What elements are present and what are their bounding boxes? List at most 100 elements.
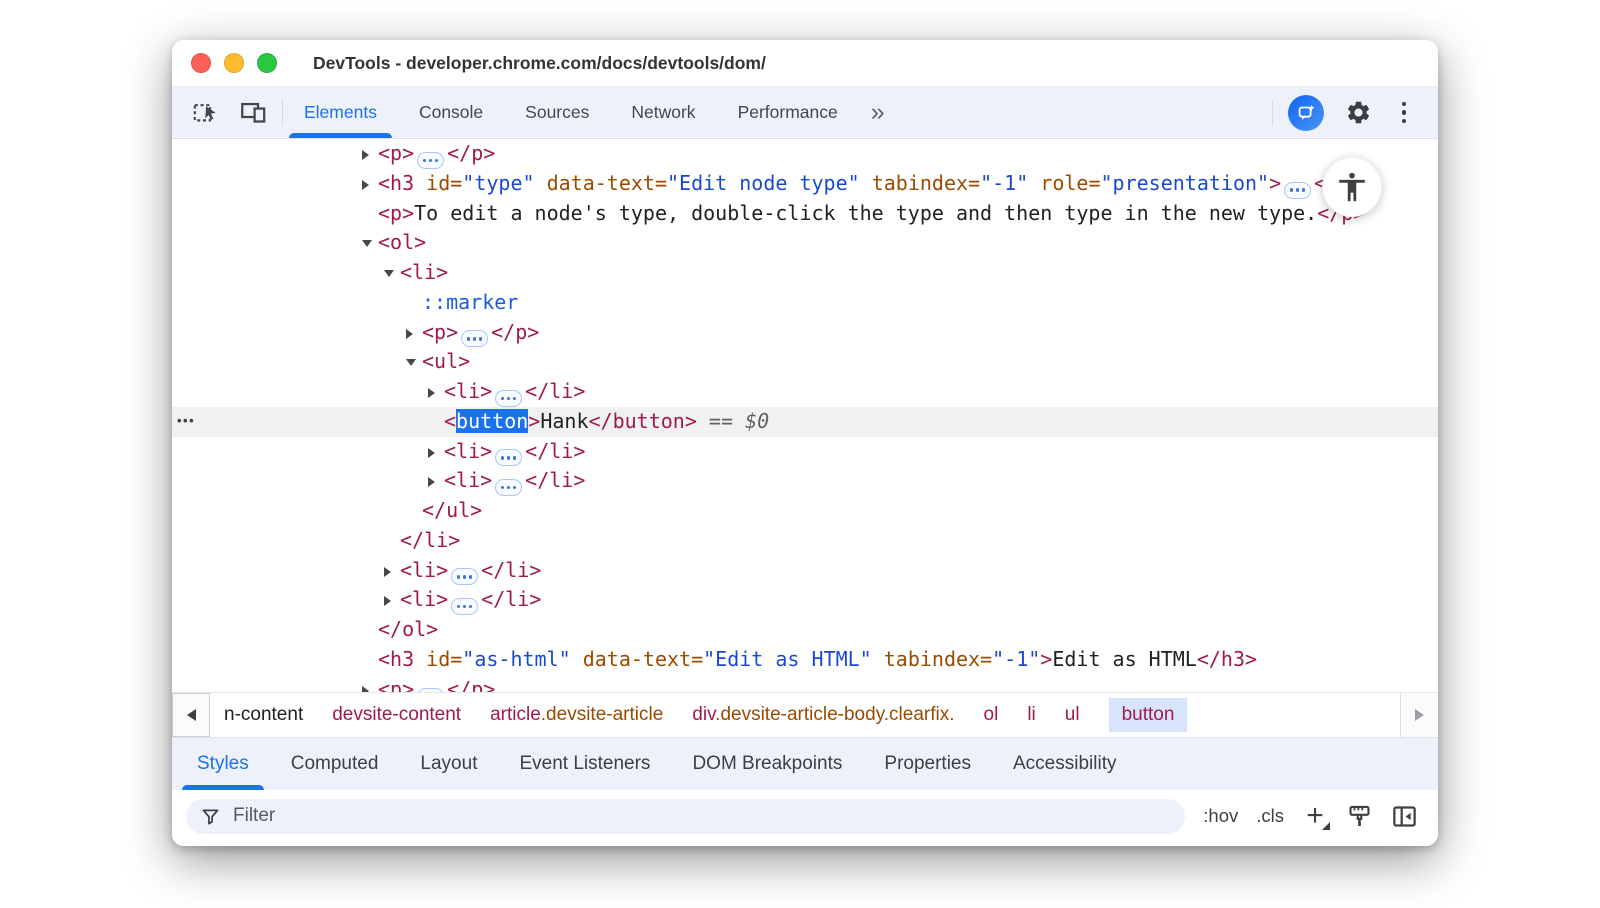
breadcrumb-item-article-devsite-article[interactable]: article.devsite-article <box>490 704 663 726</box>
expand-arrow-icon[interactable] <box>428 466 444 496</box>
element-classes-button[interactable]: .cls <box>1256 805 1284 827</box>
inspect-icon[interactable] <box>186 94 224 132</box>
dom-tree-row[interactable]: ::marker <box>172 288 1438 318</box>
breadcrumb-item-button[interactable]: button <box>1109 698 1188 732</box>
breadcrumb-item-div-devsite-article-body-clearfix[interactable]: div.devsite-article-body.clearfix. <box>692 704 954 726</box>
code-token-tag: <ol> <box>378 230 426 254</box>
panel-tab-dom-breakpoints[interactable]: DOM Breakpoints <box>671 738 863 790</box>
code-token-val: "Edit as HTML" <box>703 647 872 671</box>
filter-input[interactable] <box>231 804 1171 828</box>
dom-tree-row[interactable]: <li></li> <box>172 437 1438 467</box>
code-token-selword: button <box>456 409 528 433</box>
code-token-txt: Edit as HTML <box>1052 647 1197 671</box>
breadcrumb-item-ol[interactable]: ol <box>984 704 999 726</box>
code-token-tag: <li> <box>400 260 448 284</box>
expand-arrow-icon[interactable] <box>384 585 400 615</box>
dom-tree-row[interactable]: <p>To edit a node's type, double-click t… <box>172 199 1438 229</box>
dom-tree-row-selected[interactable]: •••<button>Hank</button> == $0 <box>172 407 1438 437</box>
code-token-tag: </li> <box>481 558 541 582</box>
collapsed-content-icon[interactable] <box>461 330 488 347</box>
panel-tab-computed[interactable]: Computed <box>270 738 400 790</box>
breadcrumb-item-ul[interactable]: ul <box>1065 704 1080 726</box>
breadcrumb-scroll-right-button[interactable] <box>1400 693 1438 737</box>
new-style-rule-icon[interactable]: + <box>1302 802 1328 830</box>
code-token-txt: Hank <box>540 409 588 433</box>
tab-network[interactable]: Network <box>610 87 716 138</box>
expand-arrow-icon[interactable] <box>362 169 378 199</box>
code-token-tag: <p> <box>378 201 414 225</box>
dom-tree-row[interactable]: </li> <box>172 526 1438 556</box>
dom-tree-row[interactable]: <li></li> <box>172 556 1438 586</box>
panel-tab-event-listeners[interactable]: Event Listeners <box>498 738 671 790</box>
collapsed-content-icon[interactable] <box>451 568 478 585</box>
code-token-tag: </li> <box>525 439 585 463</box>
breadcrumb-item-li[interactable]: li <box>1027 704 1035 726</box>
code-token-tag: </p> <box>447 141 495 165</box>
dom-tree-row[interactable]: <p></p> <box>172 139 1438 169</box>
tab-sources[interactable]: Sources <box>504 87 610 138</box>
code-token-val: "-1" <box>980 171 1028 195</box>
dom-tree: <p></p><h3 id="type" data-text="Edit nod… <box>172 139 1438 692</box>
dom-tree-row[interactable]: <li></li> <box>172 377 1438 407</box>
dom-tree-row[interactable]: <h3 id="type" data-text="Edit node type"… <box>172 169 1438 199</box>
new-rule-dropdown-corner <box>1322 822 1330 830</box>
expand-arrow-icon[interactable] <box>384 556 400 586</box>
code-token-attr: tabindex= <box>872 647 992 671</box>
more-options-icon[interactable] <box>1392 102 1416 124</box>
collapsed-content-icon[interactable] <box>451 598 478 615</box>
expand-arrow-icon[interactable] <box>362 675 378 692</box>
dom-tree-row[interactable]: <li></li> <box>172 585 1438 615</box>
collapsed-content-icon[interactable] <box>495 390 522 407</box>
collapsed-content-icon[interactable] <box>495 449 522 466</box>
tab-performance[interactable]: Performance <box>717 87 859 138</box>
dom-tree-row[interactable]: <p></p> <box>172 318 1438 348</box>
dom-tree-row[interactable]: <li></li> <box>172 466 1438 496</box>
collapse-arrow-icon[interactable] <box>384 258 400 288</box>
panel-tab-accessibility[interactable]: Accessibility <box>992 738 1137 790</box>
code-token-pseudo: ::marker <box>422 290 518 314</box>
expand-arrow-icon[interactable] <box>362 139 378 169</box>
dom-tree-row[interactable]: <h3 id="as-html" data-text="Edit as HTML… <box>172 645 1438 675</box>
expand-arrow-icon[interactable] <box>406 318 422 348</box>
expand-arrow-icon[interactable] <box>428 377 444 407</box>
breadcrumb-item-n-content[interactable]: n-content <box>224 704 303 726</box>
collapsed-content-icon[interactable] <box>417 152 444 169</box>
code-token-tag: </h3> <box>1197 647 1257 671</box>
panel-tab-layout[interactable]: Layout <box>399 738 498 790</box>
settings-gear-icon[interactable] <box>1339 94 1377 132</box>
tab-console[interactable]: Console <box>398 87 504 138</box>
dom-tree-row[interactable]: </ul> <box>172 496 1438 526</box>
toggle-sidebar-icon[interactable] <box>1391 803 1418 830</box>
device-toolbar-icon[interactable] <box>234 94 272 132</box>
collapse-arrow-icon[interactable] <box>406 347 422 377</box>
close-button[interactable] <box>191 53 211 73</box>
breadcrumb-part-cls: .devsite-article-body.clearfix. <box>715 704 954 725</box>
tab-elements[interactable]: Elements <box>283 87 398 138</box>
zoom-button[interactable] <box>257 53 277 73</box>
code-token-tag: < <box>444 409 456 433</box>
dom-tree-row[interactable]: <p></p> <box>172 675 1438 692</box>
traffic-lights <box>172 53 277 73</box>
toggle-element-state-button[interactable]: :hov <box>1203 805 1238 827</box>
row-actions-dots[interactable]: ••• <box>177 406 195 436</box>
collapse-arrow-icon[interactable] <box>362 228 378 258</box>
collapsed-content-icon[interactable] <box>417 688 444 692</box>
breadcrumb-scroll-left-button[interactable] <box>172 693 210 737</box>
collapsed-content-icon[interactable] <box>495 479 522 496</box>
style-filter-field[interactable] <box>186 799 1185 834</box>
minimize-button[interactable] <box>224 53 244 73</box>
code-token-attr: role= <box>1028 171 1100 195</box>
expand-arrow-icon[interactable] <box>428 437 444 467</box>
collapsed-content-icon[interactable] <box>1284 182 1311 199</box>
panel-tab-properties[interactable]: Properties <box>863 738 992 790</box>
dom-tree-row[interactable]: <li> <box>172 258 1438 288</box>
breadcrumb-item-devsite-content[interactable]: devsite-content <box>332 704 461 726</box>
ai-assistant-icon[interactable] <box>1288 95 1324 131</box>
panel-tab-styles[interactable]: Styles <box>176 738 270 790</box>
dom-tree-row[interactable]: </ol> <box>172 615 1438 645</box>
more-panels-icon[interactable]: » <box>859 87 897 138</box>
dom-tree-row[interactable]: <ol> <box>172 228 1438 258</box>
code-token-attr: tabindex= <box>860 171 980 195</box>
brush-icon[interactable] <box>1346 803 1373 830</box>
dom-tree-row[interactable]: <ul> <box>172 347 1438 377</box>
